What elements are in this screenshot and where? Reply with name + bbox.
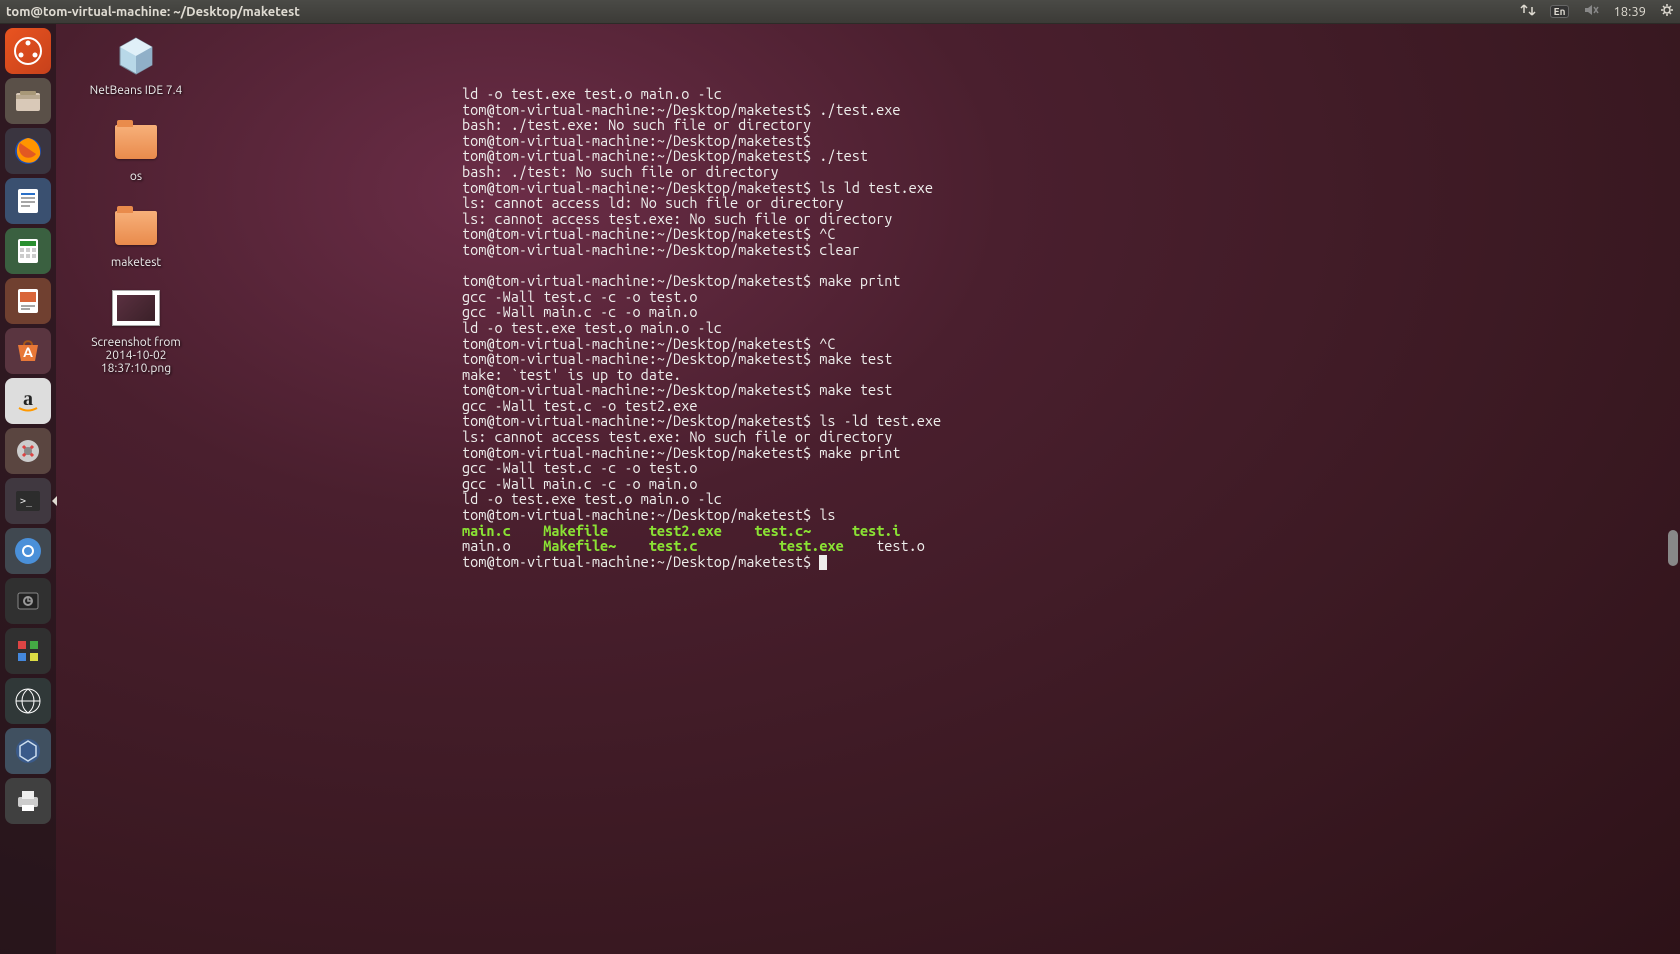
printer-icon[interactable] [5,778,51,824]
terminal-line: bash: ./test: No such file or directory [462,164,1680,180]
settings-icon[interactable] [5,428,51,474]
app-netbeans-launcher-icon[interactable] [5,728,51,774]
desktop-icon-screenshot[interactable]: Screenshot from 2014-10-02 18:37:10.png [76,284,196,375]
terminal-ls-row: main.o Makefile~ test.c test.exe test.o [462,538,1680,554]
terminal-ls-row: main.c Makefile test2.exe test.c~ test.i [462,523,1680,539]
terminal-line: tom@tom-virtual-machine:~/Desktop/makete… [462,242,1680,258]
volume-icon[interactable] [1583,3,1599,20]
svg-text:A: A [23,344,33,360]
terminal-cursor [819,555,827,570]
terminal-line: tom@tom-virtual-machine:~/Desktop/makete… [462,336,1680,352]
terminal-output[interactable]: ld -o test.exe test.o main.o -lctom@tom-… [462,24,1680,570]
terminal-prompt[interactable]: tom@tom-virtual-machine:~/Desktop/makete… [462,554,1680,570]
terminal-line: tom@tom-virtual-machine:~/Desktop/makete… [462,102,1680,118]
firefox-icon[interactable] [5,128,51,174]
terminal-line: make: `test' is up to date. [462,367,1680,383]
desktop-icon-label: Screenshot from 2014-10-02 18:37:10.png [76,336,196,375]
gear-icon[interactable] [1660,3,1674,20]
terminal-line: ls: cannot access test.exe: No such file… [462,211,1680,227]
network-icon[interactable] [1520,3,1536,20]
impress-icon[interactable] [5,278,51,324]
keyboard-indicator[interactable]: En [1550,5,1570,18]
terminal-line: ld -o test.exe test.o main.o -lc [462,86,1680,102]
terminal-line: tom@tom-virtual-machine:~/Desktop/makete… [462,445,1680,461]
terminal-line: tom@tom-virtual-machine:~/Desktop/makete… [462,507,1680,523]
terminal-scrollbar[interactable] [1668,530,1678,566]
clock[interactable]: 18:39 [1613,5,1646,19]
terminal-line: tom@tom-virtual-machine:~/Desktop/makete… [462,273,1680,289]
chromium-icon[interactable] [5,528,51,574]
desktop-icon-netbeans[interactable]: NetBeans IDE 7.4 [76,32,196,97]
terminal-line: bash: ./test.exe: No such file or direct… [462,117,1680,133]
files-icon[interactable] [5,78,51,124]
backup-icon[interactable] [5,578,51,624]
amazon-icon[interactable]: a [5,378,51,424]
calc-icon[interactable] [5,228,51,274]
terminal-line: tom@tom-virtual-machine:~/Desktop/makete… [462,133,1680,149]
terminal-line: ls: cannot access ld: No such file or di… [462,195,1680,211]
terminal-line: gcc -Wall main.c -c -o main.o [462,476,1680,492]
writer-icon[interactable] [5,178,51,224]
terminal-line: tom@tom-virtual-machine:~/Desktop/makete… [462,351,1680,367]
unity-launcher: A a >_ [0,24,56,954]
indicator-area: En 18:39 [1520,3,1674,20]
top-panel: tom@tom-virtual-machine: ~/Desktop/maket… [0,0,1680,24]
terminal-line: gcc -Wall test.c -c -o test.o [462,460,1680,476]
app-grid-icon[interactable] [5,628,51,674]
desktop-icon-maketest[interactable]: maketest [76,204,196,269]
terminal-line: tom@tom-virtual-machine:~/Desktop/makete… [462,148,1680,164]
svg-text:a: a [23,388,33,410]
terminal-line: gcc -Wall test.c -o test2.exe [462,398,1680,414]
terminal-line: tom@tom-virtual-machine:~/Desktop/makete… [462,382,1680,398]
svg-text:>_: >_ [20,496,33,507]
terminal-line: tom@tom-virtual-machine:~/Desktop/makete… [462,180,1680,196]
terminal-line: gcc -Wall main.c -c -o main.o [462,304,1680,320]
software-center-icon[interactable]: A [5,328,51,374]
desktop-icon-label: maketest [76,256,196,269]
terminal-line [462,258,1680,274]
terminal-line: tom@tom-virtual-machine:~/Desktop/makete… [462,226,1680,242]
desktop-icon-label: os [76,170,196,183]
terminal-line: tom@tom-virtual-machine:~/Desktop/makete… [462,413,1680,429]
terminal-line: ld -o test.exe test.o main.o -lc [462,320,1680,336]
terminal-line: ld -o test.exe test.o main.o -lc [462,491,1680,507]
app-lens-icon[interactable] [5,678,51,724]
desktop-icon-label: NetBeans IDE 7.4 [76,84,196,97]
terminal-icon[interactable]: >_ [5,478,51,524]
window-title: tom@tom-virtual-machine: ~/Desktop/maket… [6,5,300,19]
terminal-line: ls: cannot access test.exe: No such file… [462,429,1680,445]
dash-icon[interactable] [5,28,51,74]
desktop-icon-os[interactable]: os [76,118,196,183]
terminal-line: gcc -Wall test.c -c -o test.o [462,289,1680,305]
